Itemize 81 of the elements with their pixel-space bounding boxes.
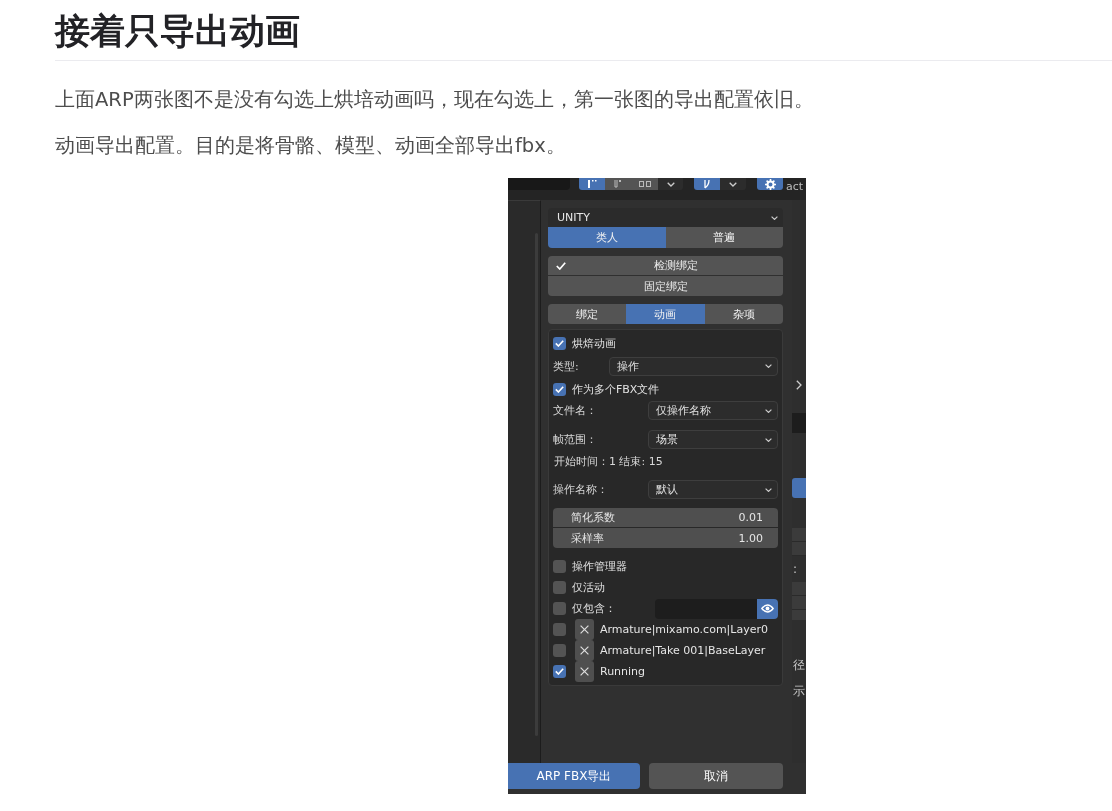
caret-icon xyxy=(666,181,675,187)
visibility-button[interactable] xyxy=(757,598,778,619)
dropdown[interactable]: 场景 xyxy=(648,430,778,449)
squares-icon xyxy=(638,181,651,187)
option-label: 仅活动 xyxy=(572,580,605,595)
checkbox[interactable] xyxy=(553,623,566,636)
option-label: 仅包含： xyxy=(572,601,616,616)
checkbox[interactable] xyxy=(553,560,566,573)
dropdown[interactable]: 操作 xyxy=(609,356,778,376)
dialog-button[interactable]: ARP FBX导出 xyxy=(508,763,640,789)
remove-button[interactable] xyxy=(575,619,594,640)
section-tab[interactable]: 绑定 xyxy=(548,304,627,324)
toolbar-button[interactable] xyxy=(757,178,783,190)
remove-button[interactable] xyxy=(575,661,594,682)
caret-icon xyxy=(765,487,772,492)
action-name[interactable]: Running xyxy=(600,665,646,678)
eye-icon xyxy=(761,604,774,613)
text-field[interactable] xyxy=(655,598,757,619)
dialog-button[interactable]: 取消 xyxy=(649,763,783,789)
rig-type-tab[interactable]: 普遍 xyxy=(665,227,783,248)
cut-off-label: act xyxy=(786,180,804,194)
cut-off-label: : xyxy=(793,561,798,578)
check-icon xyxy=(556,261,566,270)
number-field[interactable]: 简化系数 0.01 xyxy=(553,508,778,527)
paragraph: 上面ARP两张图不是没有勾选上烘培动画吗，现在勾选上，第一张图的导出配置依旧。 xyxy=(55,87,814,113)
action-name[interactable]: Armature|mixamo.com|Layer0 xyxy=(600,623,768,636)
check-icon xyxy=(555,340,564,347)
paragraph: 动画导出配置。目的是将骨骼、模型、动画全部导出fbx。 xyxy=(55,133,566,159)
dropdown[interactable]: 仅操作名称 xyxy=(648,401,778,420)
toolbar-button[interactable] xyxy=(605,178,631,190)
caret-icon xyxy=(765,364,772,368)
caret-icon xyxy=(765,437,772,442)
preset-dropdown[interactable]: UNITY xyxy=(548,208,783,227)
section-tab[interactable]: 动画 xyxy=(626,304,705,324)
action-name[interactable]: Armature|Take 001|BaseLayer xyxy=(600,644,766,657)
checkbox[interactable] xyxy=(553,337,566,350)
section-tab[interactable]: 杂项 xyxy=(704,304,783,324)
checkbox[interactable] xyxy=(553,581,566,594)
cut-off-label: 径 xyxy=(793,657,805,674)
header-field[interactable] xyxy=(508,178,570,190)
option-label: 作为多个FBX文件 xyxy=(572,381,660,397)
toolbar-button[interactable] xyxy=(694,178,720,190)
cross-icon xyxy=(580,646,589,655)
curve-icon xyxy=(704,179,710,189)
checkbox[interactable] xyxy=(553,382,566,396)
caret-icon xyxy=(771,215,778,220)
cross-icon xyxy=(580,667,589,676)
field-label: 帧范围： xyxy=(553,432,597,447)
checkbox[interactable] xyxy=(553,602,566,615)
number-field[interactable]: 采样率 1.00 xyxy=(553,528,778,548)
highlight-bar xyxy=(792,478,806,498)
dropdown[interactable]: 默认 xyxy=(648,480,778,499)
rig-button[interactable]: 固定绑定 xyxy=(548,276,783,296)
rig-type-tab[interactable]: 类人 xyxy=(548,227,666,248)
article-heading: 接着只导出动画 xyxy=(55,10,300,53)
toolbar-button[interactable] xyxy=(579,178,605,190)
checkbox[interactable] xyxy=(553,644,566,657)
toolbar-button[interactable] xyxy=(720,178,746,190)
side-field xyxy=(792,413,806,433)
option-label: 烘焙动画 xyxy=(572,336,616,351)
layout-icon xyxy=(587,180,597,188)
chevron-icon xyxy=(796,380,802,390)
caret-icon xyxy=(765,408,772,413)
field-label: 类型: xyxy=(553,358,579,374)
gear-icon xyxy=(764,178,776,190)
frame-icon xyxy=(614,180,622,188)
cut-off-label: 示 xyxy=(793,683,805,700)
checkbox[interactable] xyxy=(553,665,566,678)
check-icon xyxy=(555,385,564,393)
info-text: 开始时间：1 结束: 15 xyxy=(554,453,663,469)
cross-icon xyxy=(580,625,589,634)
option-label: 操作管理器 xyxy=(572,559,627,574)
toolbar-button[interactable] xyxy=(658,178,683,190)
toolbar-button[interactable] xyxy=(631,178,658,190)
side-cells xyxy=(792,528,806,556)
check-icon xyxy=(555,668,564,675)
rig-button[interactable]: 检测绑定 xyxy=(548,256,783,275)
caret-icon xyxy=(729,181,737,187)
side-cells xyxy=(792,582,806,620)
field-label: 操作名称： xyxy=(553,482,608,497)
field-label: 文件名： xyxy=(553,403,597,418)
